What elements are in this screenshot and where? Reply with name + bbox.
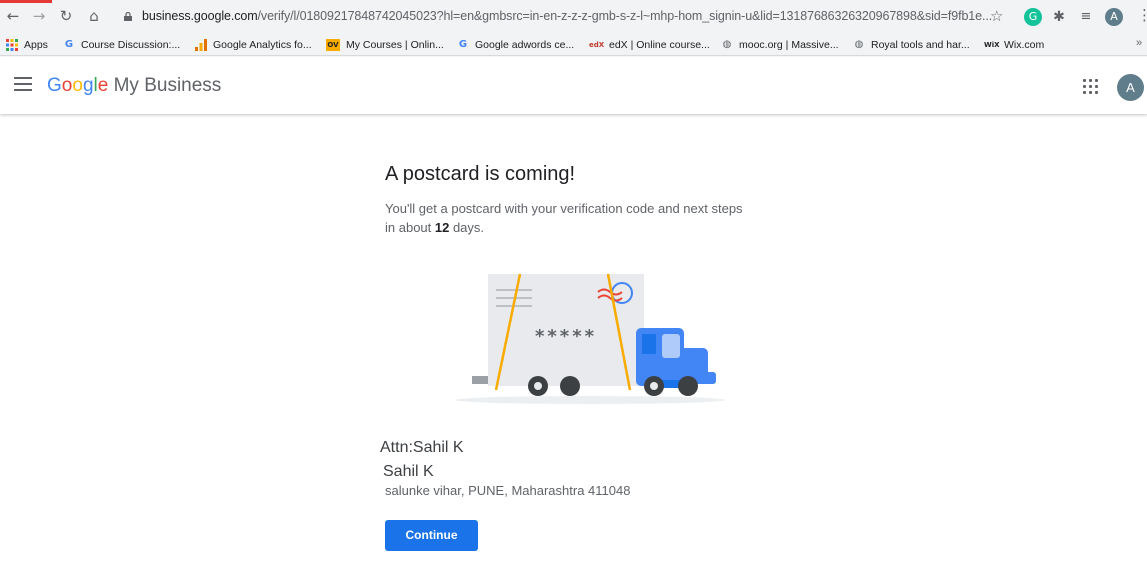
back-arrow-icon[interactable]: ←: [3, 6, 23, 26]
tab-indicator: [0, 0, 52, 3]
bookmark-apps[interactable]: Apps: [6, 37, 48, 53]
product-name: My Business: [113, 75, 222, 96]
postcard-description: You'll get a postcard with your verifica…: [385, 199, 745, 237]
globe-icon: ◍: [722, 39, 732, 50]
bookmark-label: Apps: [24, 39, 48, 51]
media-queue-icon[interactable]: ≡: [1077, 8, 1095, 26]
lock-icon: [124, 12, 132, 21]
grammarly-extension-icon[interactable]: G: [1024, 8, 1042, 26]
browser-toolbar: ← → ↻ ⌂ business.google.com/verify/l/018…: [0, 0, 1147, 34]
google-my-business-logo[interactable]: Google My Business: [47, 75, 221, 97]
bookmark-label: My Courses | Onlin...: [346, 39, 444, 51]
bookmark-label: Google adwords ce...: [475, 39, 575, 51]
edx-icon: edX: [589, 41, 605, 49]
google-icon: G: [64, 39, 74, 50]
home-icon[interactable]: ⌂: [84, 6, 104, 26]
google-apps-icon[interactable]: [1083, 79, 1099, 95]
address-bar[interactable]: business.google.com/verify/l/01809217848…: [114, 4, 1014, 30]
account-avatar[interactable]: A: [1117, 74, 1144, 101]
continue-button[interactable]: Continue: [385, 520, 478, 551]
app-header: Google My Business A: [0, 57, 1147, 114]
wix-icon: WiX: [984, 41, 1000, 49]
bookmark-label: Royal tools and har...: [871, 39, 970, 51]
bookmark-label: Course Discussion:...: [81, 39, 181, 51]
bookmark-label: edX | Online course...: [609, 39, 710, 51]
bookmark-mooc[interactable]: ◍ mooc.org | Massive...: [721, 37, 839, 53]
logo-letter: e: [97, 75, 109, 96]
globe-icon: ◍: [854, 39, 864, 50]
profile-initial: A: [1110, 10, 1118, 23]
bookmark-label: mooc.org | Massive...: [739, 39, 839, 51]
main-menu-icon[interactable]: [14, 77, 32, 91]
bookmark-star-icon[interactable]: ☆: [990, 7, 1003, 25]
description-tail: days.: [449, 220, 485, 235]
bookmarks-bar: Apps G Course Discussion:... Google Anal…: [0, 34, 1147, 56]
recipient-name: Sahil K: [383, 463, 434, 480]
reload-icon[interactable]: ↻: [56, 6, 76, 26]
bookmark-label: Google Analytics fo...: [213, 39, 312, 51]
browser-menu-icon[interactable]: ⋮: [1137, 6, 1147, 24]
google-wordmark: Google: [47, 75, 108, 96]
bookmark-course-discussion[interactable]: G Course Discussion:...: [63, 37, 180, 53]
analytics-icon: [195, 39, 207, 51]
bookmark-royal-tools[interactable]: ◍ Royal tools and har...: [853, 37, 970, 53]
bookmarks-overflow-icon[interactable]: »: [1136, 37, 1142, 49]
bookmark-google-adwords[interactable]: G Google adwords ce...: [457, 37, 574, 53]
logo-letter: o: [72, 75, 83, 96]
url-host: business.google.com: [142, 9, 258, 23]
google-icon: G: [458, 39, 468, 50]
puzzle-extensions-icon[interactable]: ✱: [1050, 8, 1068, 26]
apps-grid-icon: [6, 39, 18, 51]
logo-letter: G: [47, 75, 62, 96]
profile-avatar-icon[interactable]: A: [1105, 8, 1123, 26]
url-path: /verify/l/01809217848742045023?hl=en&gmb…: [257, 9, 993, 23]
bookmark-label: Wix.com: [1004, 39, 1045, 51]
bookmark-google-analytics[interactable]: Google Analytics fo...: [195, 37, 312, 53]
bookmark-wix[interactable]: WiX Wix.com: [984, 37, 1044, 53]
verification-code-mask: *****: [535, 326, 597, 347]
bookmark-my-courses[interactable]: OV My Courses | Onlin...: [326, 37, 444, 53]
postcard-truck-illustration: *****: [455, 273, 725, 404]
ov-icon: OV: [326, 39, 340, 51]
forward-arrow-icon[interactable]: →: [29, 6, 49, 26]
url-text: business.google.com/verify/l/01809217848…: [142, 9, 992, 23]
logo-letter: o: [61, 75, 73, 96]
page-title: A postcard is coming!: [385, 163, 576, 185]
attention-line: Attn:Sahil K: [380, 439, 464, 456]
days-count: 12: [434, 220, 450, 235]
recipient-address: salunke vihar, PUNE, Maharashtra 411048: [385, 483, 631, 498]
ground-shadow: [455, 396, 725, 404]
bookmark-edx[interactable]: edX edX | Online course...: [589, 37, 710, 53]
logo-letter: g: [82, 75, 94, 96]
